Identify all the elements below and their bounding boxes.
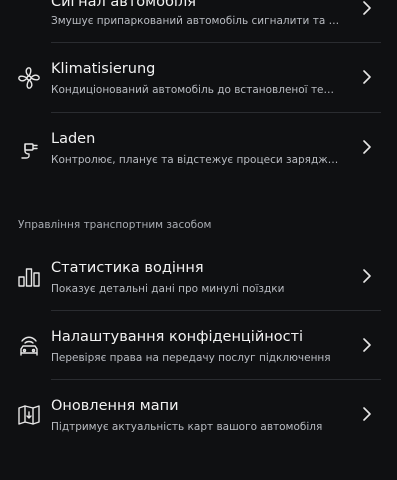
menu-item-title: Laden — [51, 131, 96, 147]
chevron-right-icon — [362, 1, 372, 15]
bar-chart-icon — [16, 264, 42, 290]
chevron-right-icon — [362, 407, 372, 421]
menu-item-car-signal[interactable]: Сигнал автомобіля Змушує припаркований а… — [0, 0, 397, 42]
car-privacy-icon — [16, 333, 42, 359]
menu-item-subtitle: Кондиціонований автомобіль до встановлен… — [51, 84, 341, 96]
map-update-icon — [16, 402, 42, 428]
menu-item-driving-stats[interactable]: Статистика водіння Показує детальні дані… — [0, 242, 397, 310]
menu-item-title: Сигнал автомобіля — [51, 0, 196, 10]
chevron-right-icon — [362, 70, 372, 84]
charging-plug-icon — [16, 135, 42, 161]
menu-item-title: Статистика водіння — [51, 260, 204, 276]
section-header: Управління транспортним засобом — [18, 219, 212, 231]
menu-item-subtitle: Змушує припаркований автомобіль сигналит… — [51, 15, 341, 27]
menu-item-map-update[interactable]: Оновлення мапи Підтримує актуальність ка… — [0, 380, 397, 448]
chevron-right-icon — [362, 140, 372, 154]
chevron-right-icon — [362, 269, 372, 283]
fan-icon — [16, 65, 42, 91]
menu-item-climate[interactable]: Klimatisierung Кондиціонований автомобіл… — [0, 43, 397, 111]
menu-item-title: Klimatisierung — [51, 61, 156, 77]
menu-item-subtitle: Перевіряє права на передачу послуг підкл… — [51, 352, 331, 364]
menu-item-privacy-settings[interactable]: Налаштування конфіденційності Перевіряє … — [0, 311, 397, 379]
menu-item-title: Оновлення мапи — [51, 398, 179, 414]
menu-item-subtitle: Підтримує актуальність карт вашого автом… — [51, 421, 323, 433]
menu-item-charging[interactable]: Laden Контролює, планує та відстежує про… — [0, 113, 397, 181]
chevron-right-icon — [362, 338, 372, 352]
menu-item-subtitle: Показує детальні дані про минулі поїздки — [51, 283, 285, 295]
menu-item-subtitle: Контролює, планує та відстежує процеси з… — [51, 154, 341, 166]
menu-item-title: Налаштування конфіденційності — [51, 329, 304, 345]
